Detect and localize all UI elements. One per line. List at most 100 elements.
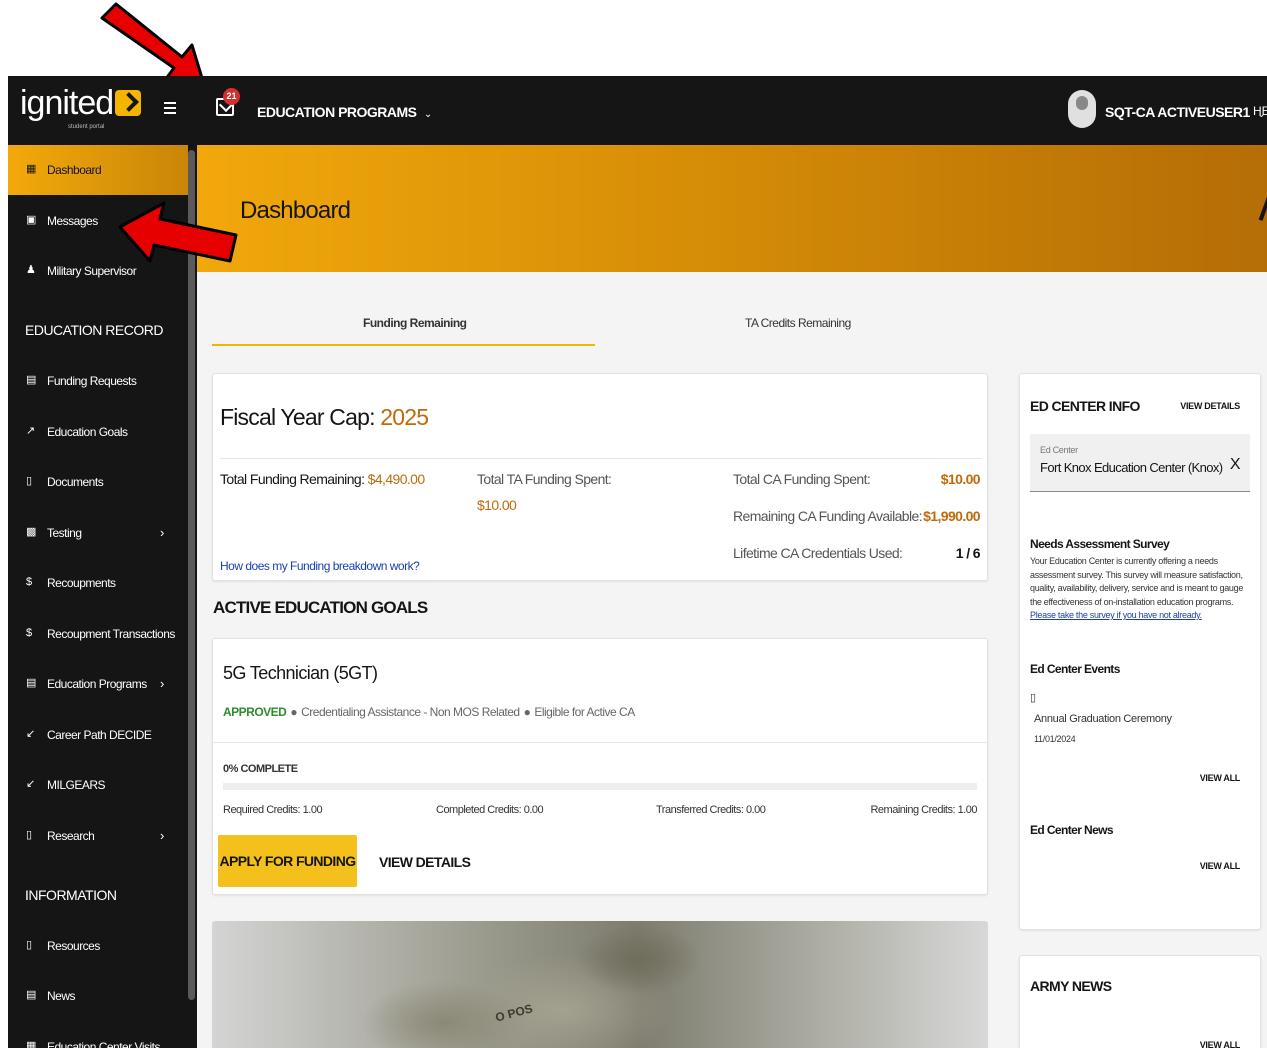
remaining-credits: Remaining Credits: 1.00 <box>870 804 977 816</box>
ed-center-field-label: Ed Center <box>1040 445 1078 455</box>
clear-icon[interactable]: X <box>1230 456 1241 474</box>
sidebar-item-education-center-visits[interactable]: ▦ Education Center Visits <box>8 1022 188 1048</box>
event-date: 11/01/2024 <box>1034 734 1076 744</box>
arrow-icon: ↙ <box>26 728 35 740</box>
sidebar-item-education-goals[interactable]: ↗ Education Goals <box>8 407 188 457</box>
document-icon: ▯ <box>26 939 32 951</box>
ed-center-info-heading: ED CENTER INFO <box>1030 398 1140 414</box>
user-menu[interactable]: SQT-CA ACTIVEUSER1 ⌄ <box>1105 104 1266 120</box>
research-icon: ▯ <box>26 829 32 841</box>
fiscal-year-card: Fiscal Year Cap: 2025 Total Funding Rema… <box>212 373 988 581</box>
sidebar-item-news[interactable]: ▤ News <box>8 971 188 1021</box>
events-view-all-link[interactable]: VIEW ALL <box>1200 773 1241 783</box>
funding-icon: ▤ <box>26 374 36 386</box>
sidebar-item-documents[interactable]: ▯ Documents <box>8 457 188 507</box>
chevron-right-icon: › <box>160 525 164 540</box>
sidebar-scrollbar[interactable] <box>188 150 195 1000</box>
chevron-right-icon: › <box>160 676 164 691</box>
sidebar-item-label: Career Path DECIDE <box>47 728 152 742</box>
sidebar-item-label: Funding Requests <box>47 374 137 388</box>
army-news-heading: ARMY NEWS <box>1030 978 1112 994</box>
sidebar-item-label: Education Center Visits <box>47 1040 161 1048</box>
fiscal-year-title: Fiscal Year Cap: 2025 <box>220 404 429 430</box>
ed-center-view-details-link[interactable]: VIEW DETAILS <box>1180 401 1240 411</box>
survey-link[interactable]: Please take the survey if you have not a… <box>1030 610 1202 620</box>
sidebar-item-label: Recoupments <box>47 576 116 590</box>
calendar-icon: ▦ <box>26 1040 36 1048</box>
sidebar-item-research[interactable]: ▯ Research › <box>8 811 188 861</box>
calendar-icon: ▯ <box>1030 692 1036 704</box>
notification-badge: 21 <box>223 88 240 105</box>
people-icon: ♟ <box>26 264 36 276</box>
section-information: INFORMATION <box>25 887 117 903</box>
news-photo[interactable]: O POS <box>212 921 988 1048</box>
testing-icon: ▩ <box>26 526 36 538</box>
education-programs-menu[interactable]: EDUCATION PROGRAMS ⌄ <box>257 104 432 120</box>
news-icon: ▤ <box>26 989 36 1001</box>
tab-ta-credits-remaining[interactable]: TA Credits Remaining <box>745 316 851 330</box>
sidebar-item-label: Documents <box>47 475 104 489</box>
banner-decoration <box>1258 195 1267 221</box>
active-tab-indicator <box>212 344 595 346</box>
divider <box>220 458 982 459</box>
ca-spent-value: $10.00 <box>940 471 981 487</box>
sidebar-item-testing[interactable]: ▩ Testing › <box>8 508 188 558</box>
tab-funding-remaining[interactable]: Funding Remaining <box>363 316 467 330</box>
sidebar-item-career-path-decide[interactable]: ↙ Career Path DECIDE <box>8 710 188 760</box>
sidebar-item-resources[interactable]: ▯ Resources <box>8 921 188 971</box>
sidebar-item-milgears[interactable]: ↙ MILGEARS <box>8 760 188 810</box>
logo-mark-icon <box>115 90 142 116</box>
ca-available-label: Remaining CA Funding Available: <box>733 508 923 524</box>
view-details-button[interactable]: VIEW DETAILS <box>379 854 471 870</box>
ed-center-select[interactable]: Ed Center Fort Knox Education Center (Kn… <box>1030 434 1250 492</box>
logo-subtitle: student portal <box>68 124 105 130</box>
divider <box>213 742 987 743</box>
document-icon: ▯ <box>26 475 32 487</box>
sidebar-item-label: News <box>47 989 76 1003</box>
army-news-card: ARMY NEWS VIEW ALL <box>1019 955 1261 1048</box>
news-view-all-link[interactable]: VIEW ALL <box>1200 861 1241 871</box>
ed-center-news-title: Ed Center News <box>1030 823 1114 837</box>
sidebar-item-education-programs[interactable]: ▤ Education Programs › <box>8 659 188 709</box>
ca-credentials-value: 1 / 6 <box>955 545 981 561</box>
apply-for-funding-button[interactable]: APPLY FOR FUNDING <box>218 835 357 887</box>
goal-progress-bar <box>223 783 977 790</box>
sidebar-item-funding-requests[interactable]: ▤ Funding Requests <box>8 356 188 406</box>
ignited-logo[interactable]: ignited <box>20 86 142 120</box>
ed-center-info-card: ED CENTER INFO VIEW DETAILS Ed Center Fo… <box>1019 373 1261 930</box>
goal-complete: 0% COMPLETE <box>223 763 298 775</box>
sidebar-item-label: Education Programs <box>47 677 147 691</box>
ta-spent-value: $10.00 <box>477 497 517 513</box>
dollar-icon: $ <box>26 627 32 639</box>
photo-caption: O POS <box>493 1001 535 1025</box>
status-badge: APPROVED <box>223 705 287 719</box>
needs-assessment-title: Needs Assessment Survey <box>1030 537 1170 551</box>
sidebar-item-label: Education Goals <box>47 425 128 439</box>
menu-icon[interactable] <box>164 102 176 114</box>
sidebar-item-recoupment-transactions[interactable]: $ Recoupment Transactions <box>8 609 188 659</box>
arrow-icon: ↙ <box>26 778 35 790</box>
ed-center-events-title: Ed Center Events <box>1030 662 1120 676</box>
ca-spent-label: Total CA Funding Spent: <box>733 471 871 487</box>
sidebar-item-dashboard[interactable]: ▦ Dashboard <box>8 145 188 195</box>
army-news-view-all-link[interactable]: VIEW ALL <box>1200 1040 1241 1048</box>
event-name[interactable]: Annual Graduation Ceremony <box>1034 713 1172 727</box>
sidebar-item-label: Testing <box>47 526 82 540</box>
ca-credentials-label: Lifetime CA Credentials Used: <box>733 545 903 561</box>
sidebar-item-recoupments[interactable]: $ Recoupments <box>8 558 188 608</box>
sidebar-item-label: Research <box>47 829 95 843</box>
goal-card: 5G Technician (5GT) APPROVED ● Credentiali… <box>212 638 988 895</box>
help-link[interactable]: HE <box>1253 104 1267 118</box>
funding-breakdown-link[interactable]: How does my Funding breakdown work? <box>220 559 420 573</box>
goal-title[interactable]: 5G Technician (5GT) <box>223 663 378 684</box>
sidebar-item-label: MILGEARS <box>47 778 106 792</box>
sidebar-item-label: Messages <box>47 214 98 228</box>
avatar[interactable] <box>1068 90 1096 128</box>
chevron-down-icon: ⌄ <box>423 109 432 120</box>
annotation-arrow-messages <box>118 201 238 263</box>
sidebar-item-label: Resources <box>47 939 100 953</box>
page-title: Dashboard <box>240 197 351 224</box>
sidebar: ▦ Dashboard ▣ Messages ♟ Military Superviso… <box>8 145 197 1048</box>
app-window: ignited student portal 21 EDUCATION PROG… <box>8 76 1267 1048</box>
dollar-icon: $ <box>26 576 32 588</box>
